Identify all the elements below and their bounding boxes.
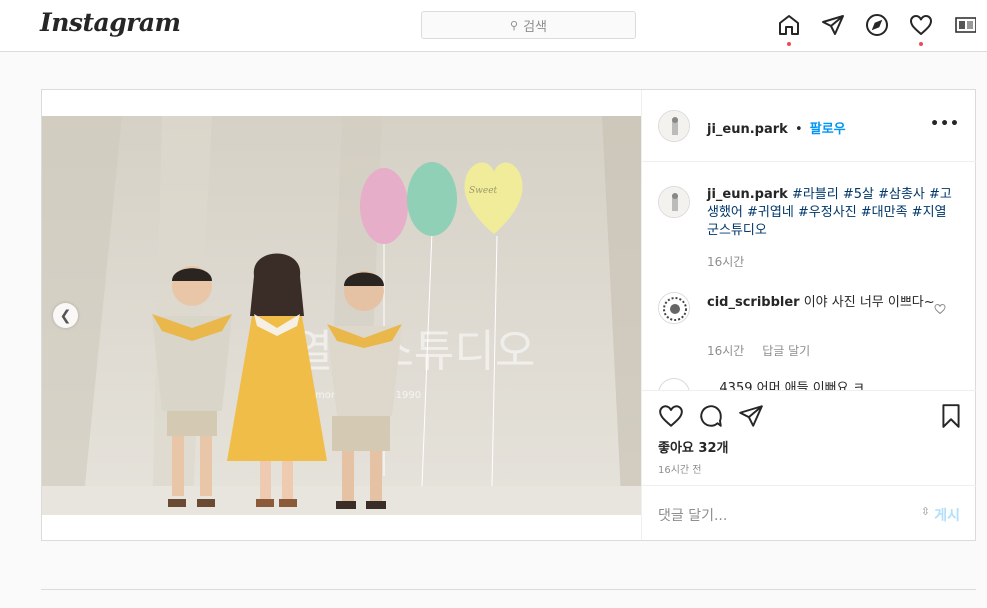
- page-divider: [41, 589, 976, 590]
- caption-time: 16시간: [707, 255, 745, 269]
- home-notification-dot: [787, 42, 791, 46]
- comment-input[interactable]: 댓글 달기...: [658, 505, 727, 525]
- search-icon: ⚲: [510, 18, 519, 32]
- likes-count[interactable]: 좋아요 32개: [658, 437, 728, 456]
- author-avatar[interactable]: [658, 110, 690, 142]
- activity-heart-icon[interactable]: [909, 13, 933, 37]
- add-comment-bar: 댓글 달기... ⇳ 게시: [642, 485, 976, 540]
- caption-username[interactable]: ji_eun.park: [707, 187, 788, 202]
- caption-avatar[interactable]: [658, 186, 690, 218]
- home-icon[interactable]: [777, 13, 801, 37]
- comment-meta: 16시간 답글 달기: [707, 342, 810, 359]
- comment-text-2: ...4359 어머 애들 이뻐요 ㅋ: [707, 380, 952, 390]
- top-navigation-bar: Instagram ⚲ 검색: [0, 0, 987, 52]
- header-username[interactable]: ji_eun.park: [707, 122, 788, 137]
- emoji-picker-icon[interactable]: ⇳: [921, 505, 930, 518]
- comment-body: 이야 사진 너무 이쁘다~: [803, 295, 935, 310]
- post-card: 지열군스튜디오 The simple moment · since 1990 S…: [41, 89, 976, 541]
- instagram-logo[interactable]: Instagram: [40, 8, 181, 37]
- post-media: 지열군스튜디오 The simple moment · since 1990 S…: [42, 90, 641, 540]
- comment-like-icon[interactable]: [934, 300, 946, 315]
- balloon-label: Sweet: [469, 186, 498, 196]
- post-sidebar: ji_eun.park • 팔로우 ••• ji_eun.park #라블리 #…: [641, 90, 976, 540]
- activity-notification-dot: [919, 42, 923, 46]
- comment-body-2: ...4359 어머 애들 이뻐요 ㅋ: [707, 381, 865, 390]
- post-timestamp[interactable]: 16시간 전: [658, 461, 702, 476]
- share-icon[interactable]: [738, 403, 764, 429]
- post-comment-button[interactable]: 게시: [934, 505, 960, 525]
- chevron-left-icon: ❮: [59, 307, 72, 324]
- comment-text: cid_scribbler 이야 사진 너무 이쁘다~: [707, 294, 952, 312]
- header-user-line: ji_eun.park • 팔로우: [707, 118, 846, 137]
- caption-text: ji_eun.park #라블리 #5살 #삼총사 #고생했어 #귀엽네 #우정…: [707, 186, 952, 240]
- post-photo[interactable]: 지열군스튜디오 The simple moment · since 1990 S…: [42, 116, 641, 515]
- follow-separator: •: [794, 122, 803, 137]
- more-options-icon[interactable]: •••: [930, 116, 960, 132]
- commenter-avatar-2[interactable]: [658, 378, 690, 390]
- profile-avatar-icon[interactable]: [954, 13, 976, 37]
- search-placeholder: 검색: [523, 19, 547, 35]
- post-header: ji_eun.park • 팔로우 •••: [642, 90, 976, 162]
- comment-time: 16시간: [707, 344, 745, 358]
- follow-button[interactable]: 팔로우: [810, 122, 846, 137]
- direct-message-icon[interactable]: [821, 13, 845, 37]
- explore-compass-icon[interactable]: [865, 13, 889, 37]
- carousel-prev-button[interactable]: ❮: [53, 303, 78, 328]
- save-bookmark-icon[interactable]: [938, 403, 964, 429]
- comment-bubble-icon[interactable]: [698, 403, 724, 429]
- comments-list: ji_eun.park #라블리 #5살 #삼총사 #고생했어 #귀엽네 #우정…: [642, 162, 976, 390]
- like-heart-icon[interactable]: [658, 403, 684, 429]
- search-input[interactable]: ⚲ 검색: [421, 11, 636, 39]
- comment-username[interactable]: cid_scribbler: [707, 295, 800, 310]
- post-actions: 좋아요 32개 16시간 전: [642, 390, 976, 485]
- reply-button[interactable]: 답글 달기: [762, 344, 810, 358]
- commenter-avatar[interactable]: [658, 292, 690, 324]
